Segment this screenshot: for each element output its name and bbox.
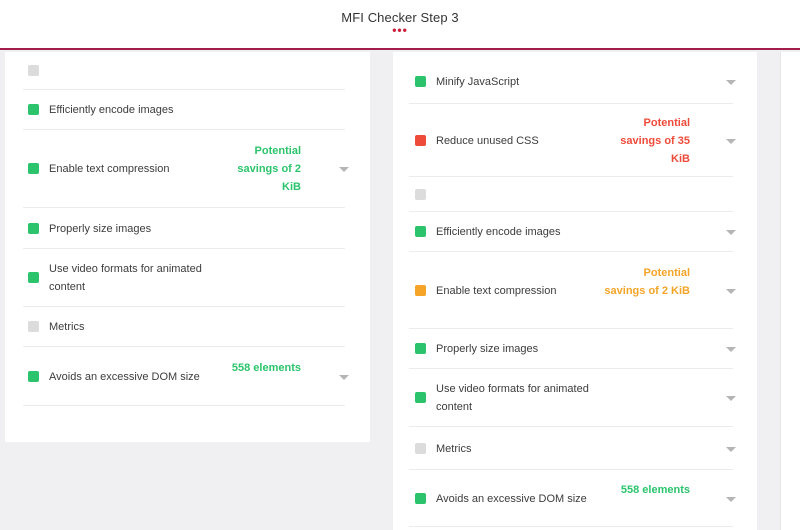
audit-label: Use video formats for animated content bbox=[436, 383, 589, 413]
audit-row[interactable]: Use video formats for animated content bbox=[409, 369, 736, 427]
audit-row[interactable]: Properly size images bbox=[409, 329, 736, 369]
status-pass-icon bbox=[28, 104, 39, 115]
audit-row[interactable]: Metrics bbox=[409, 427, 736, 470]
audit-row[interactable]: Efficiently encode images bbox=[409, 212, 736, 252]
status-neutral-icon bbox=[28, 65, 39, 76]
status-pass-icon bbox=[415, 76, 426, 87]
chevron-down-icon[interactable] bbox=[726, 80, 736, 85]
audit-row[interactable]: Avoids an excessive DOM size 558 elements bbox=[23, 347, 349, 406]
status-pass-icon bbox=[28, 223, 39, 234]
savings-value: Potential savings of 35 KiB bbox=[620, 117, 690, 165]
audit-row[interactable]: Enable text compression Potential savings… bbox=[409, 252, 736, 329]
audit-label: Minify JavaScript bbox=[436, 76, 520, 88]
status-average-icon bbox=[415, 285, 426, 296]
more-dots-icon[interactable]: ••• bbox=[0, 24, 800, 36]
audit-label: Reduce unused CSS bbox=[436, 135, 539, 147]
savings-value: Potential savings of 2 KiB bbox=[604, 267, 690, 297]
audit-row[interactable]: Reduce unused CSS Potential savings of 35… bbox=[409, 104, 736, 177]
audit-row[interactable]: Avoids an excessive DOM size 558 elements bbox=[409, 470, 736, 527]
status-neutral-icon bbox=[415, 189, 426, 200]
status-pass-icon bbox=[28, 163, 39, 174]
chevron-down-icon[interactable] bbox=[339, 167, 349, 172]
adjacent-panel-edge bbox=[780, 52, 800, 530]
audit-label: Use video formats for animated content bbox=[49, 263, 202, 293]
audit-panel-left: Efficiently encode images Enable text com… bbox=[5, 52, 370, 442]
chevron-down-icon[interactable] bbox=[726, 139, 736, 144]
status-pass-icon bbox=[28, 272, 39, 283]
chevron-down-icon[interactable] bbox=[726, 497, 736, 502]
status-pass-icon bbox=[415, 392, 426, 403]
chevron-down-icon[interactable] bbox=[726, 230, 736, 235]
status-neutral-icon bbox=[415, 443, 426, 454]
audit-label: Enable text compression bbox=[436, 285, 557, 297]
chevron-down-icon[interactable] bbox=[339, 375, 349, 380]
audit-row[interactable] bbox=[409, 177, 733, 212]
app-header: MFI Checker Step 3 ••• bbox=[0, 0, 800, 50]
chevron-down-icon[interactable] bbox=[726, 289, 736, 294]
audit-row[interactable] bbox=[23, 52, 345, 90]
status-neutral-icon bbox=[28, 321, 39, 332]
audit-row[interactable]: Properly size images bbox=[23, 208, 345, 249]
status-fail-icon bbox=[415, 135, 426, 146]
audit-panel-right: Minify JavaScript Reduce unused CSS Potent… bbox=[393, 52, 757, 530]
chevron-down-icon[interactable] bbox=[726, 447, 736, 452]
audit-label: Properly size images bbox=[436, 343, 539, 355]
savings-value: Potential savings of 2 KiB bbox=[237, 145, 301, 193]
chevron-down-icon[interactable] bbox=[726, 396, 736, 401]
audit-label: Enable text compression bbox=[49, 163, 170, 175]
audit-row[interactable]: Efficiently encode images bbox=[23, 90, 345, 130]
audit-label: Avoids an excessive DOM size bbox=[49, 371, 200, 383]
status-pass-icon bbox=[415, 226, 426, 237]
audit-label: Efficiently encode images bbox=[49, 104, 174, 116]
audit-label: Metrics bbox=[436, 443, 472, 455]
status-pass-icon bbox=[415, 493, 426, 504]
chevron-down-icon[interactable] bbox=[726, 347, 736, 352]
audit-label: Properly size images bbox=[49, 223, 152, 235]
audit-row[interactable]: Minify JavaScript bbox=[409, 60, 736, 104]
audit-label: Efficiently encode images bbox=[436, 226, 561, 238]
savings-value: 558 elements bbox=[231, 362, 301, 374]
savings-value: 558 elements bbox=[620, 484, 690, 496]
status-pass-icon bbox=[415, 343, 426, 354]
audit-row[interactable]: Enable text compression Potential savings… bbox=[23, 130, 349, 208]
status-pass-icon bbox=[28, 371, 39, 382]
audit-label: Metrics bbox=[49, 321, 85, 333]
audit-row[interactable]: Use video formats for animated content bbox=[23, 249, 345, 307]
audit-row[interactable]: Metrics bbox=[23, 307, 345, 347]
audit-label: Avoids an excessive DOM size bbox=[436, 493, 587, 505]
